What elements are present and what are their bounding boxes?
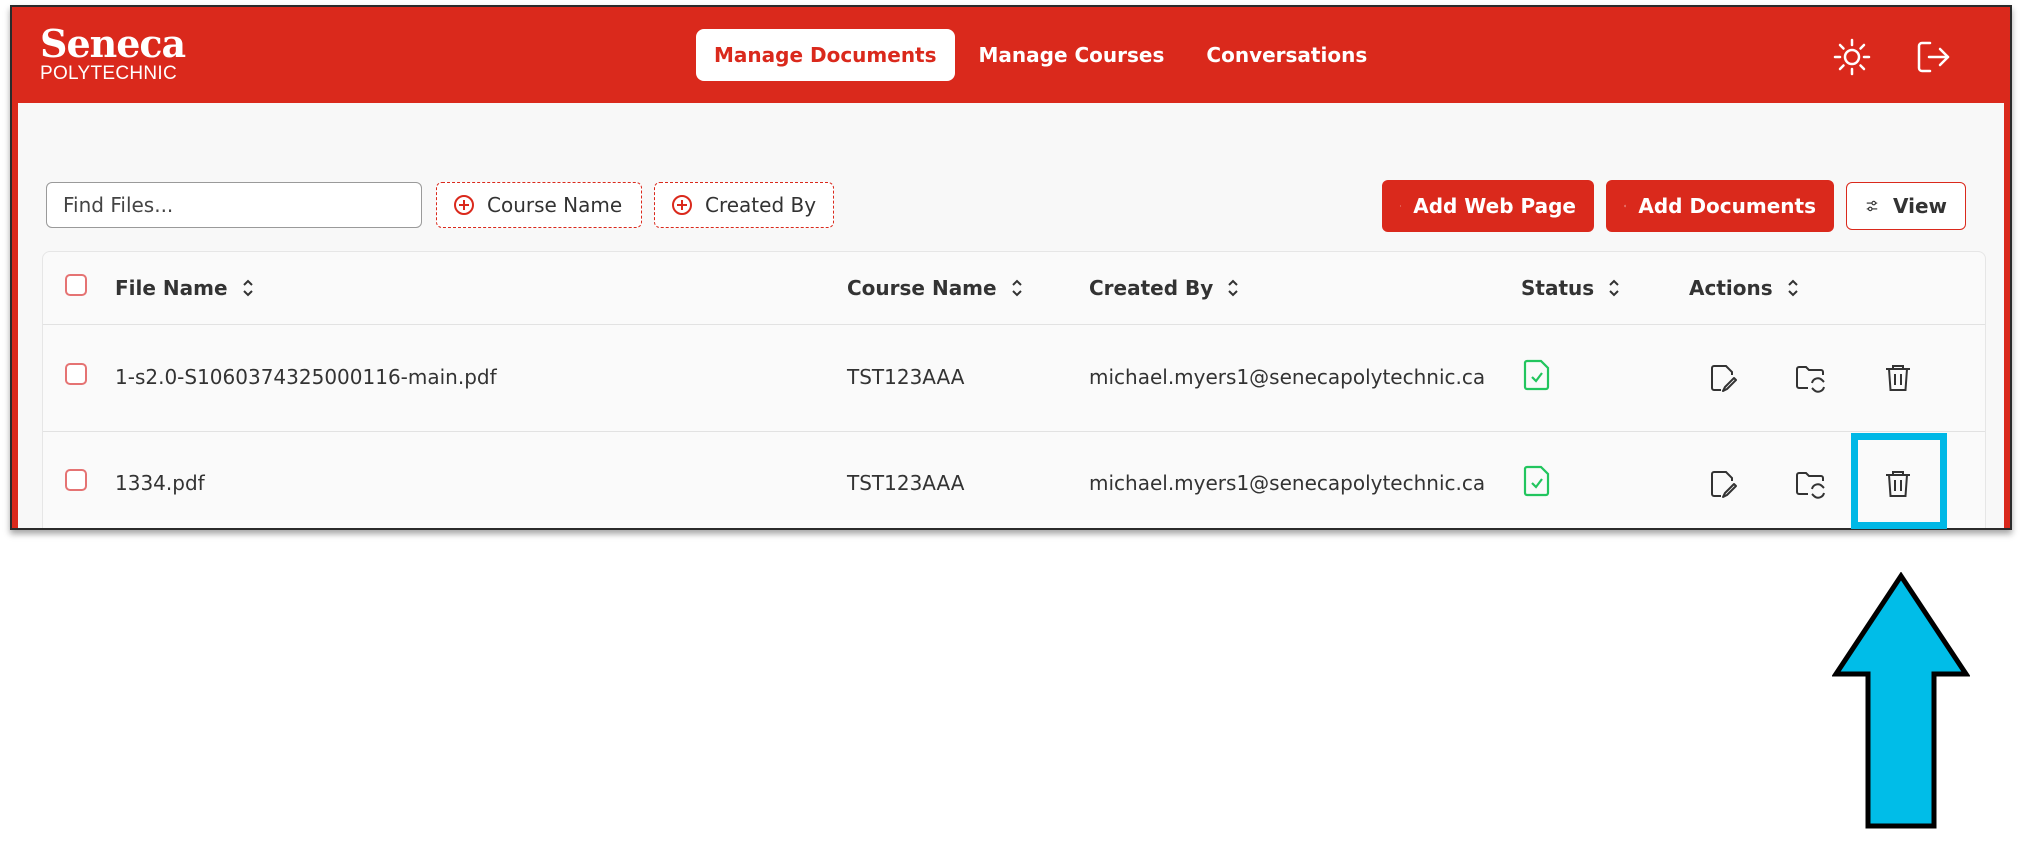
column-status[interactable]: Status — [1521, 276, 1620, 300]
course-name-filter-label: Course Name — [487, 193, 623, 217]
plus-circle-icon — [672, 195, 692, 215]
plus-circle-icon — [1624, 204, 1627, 208]
logout-icon[interactable] — [1914, 37, 1954, 77]
sort-icon — [1609, 279, 1619, 297]
sliders-icon — [1866, 200, 1878, 212]
created-by-cell: michael.myers1@senecapolytechnic.ca — [1089, 365, 1486, 389]
add-documents-button[interactable]: Add Documents — [1606, 180, 1834, 232]
file-check-icon — [1523, 359, 1550, 391]
edit-file-icon[interactable] — [1707, 467, 1741, 501]
edit-file-icon[interactable] — [1707, 361, 1741, 395]
globe-icon — [1400, 205, 1402, 207]
column-file-name[interactable]: File Name — [115, 276, 254, 300]
column-created-by-label: Created By — [1089, 276, 1214, 300]
course-name-cell: TST123AAA — [847, 365, 965, 389]
add-documents-label: Add Documents — [1638, 194, 1816, 218]
add-web-page-label: Add Web Page — [1413, 194, 1576, 218]
tab-manage-documents[interactable]: Manage Documents — [696, 29, 955, 81]
column-actions[interactable]: Actions — [1689, 276, 1799, 300]
column-course-name-label: Course Name — [847, 276, 997, 300]
top-navbar: Seneca POLYTECHNIC Manage Documents Mana… — [12, 7, 2010, 103]
arrow-up-icon — [1832, 572, 1970, 829]
add-web-page-button[interactable]: Add Web Page — [1382, 180, 1594, 232]
folder-sync-icon[interactable] — [1794, 361, 1828, 395]
table-header: File Name Course Name Created By Status … — [43, 252, 1985, 325]
folder-sync-icon[interactable] — [1794, 467, 1828, 501]
created-by-filter[interactable]: Created By — [654, 182, 834, 228]
sort-icon — [242, 279, 253, 297]
view-options-label: View — [1892, 194, 1947, 218]
delete-highlight-box — [1851, 433, 1947, 529]
column-created-by[interactable]: Created By — [1089, 276, 1239, 300]
sun-icon[interactable] — [1832, 37, 1872, 77]
row-checkbox[interactable] — [65, 469, 87, 491]
nav-tabs: Manage Documents Manage Courses Conversa… — [696, 29, 1391, 81]
course-name-cell: TST123AAA — [847, 471, 965, 495]
sort-icon — [1011, 279, 1022, 297]
column-file-name-label: File Name — [115, 276, 228, 300]
file-name-cell: 1-s2.0-S1060374325000116-main.pdf — [115, 365, 497, 389]
file-name-cell: 1334.pdf — [115, 471, 205, 495]
table-row[interactable]: 1-s2.0-S1060374325000116-main.pdf TST123… — [43, 325, 1985, 432]
trash-icon[interactable] — [1881, 361, 1915, 395]
view-options-button[interactable]: View — [1846, 182, 1966, 230]
document-toolbar: Course Name Created By Add Web Page — [46, 180, 1982, 232]
plus-circle-icon — [454, 195, 474, 215]
sort-icon — [1787, 279, 1798, 297]
column-course-name[interactable]: Course Name — [847, 276, 1023, 300]
created-by-cell: michael.myers1@senecapolytechnic.ca — [1089, 471, 1486, 495]
tab-conversations[interactable]: Conversations — [1188, 29, 1385, 81]
app-window: Seneca POLYTECHNIC Manage Documents Mana… — [10, 5, 2012, 530]
course-name-filter[interactable]: Course Name — [436, 182, 642, 228]
seneca-logo[interactable]: Seneca POLYTECHNIC — [40, 21, 186, 85]
column-status-label: Status — [1521, 276, 1595, 300]
tab-manage-courses[interactable]: Manage Courses — [961, 29, 1183, 81]
logo-subtitle: POLYTECHNIC — [40, 63, 178, 84]
file-check-icon — [1523, 465, 1550, 497]
row-checkbox[interactable] — [65, 363, 87, 385]
table-row[interactable]: 1334.pdf TST123AAA michael.myers1@seneca… — [43, 431, 1985, 528]
select-all-checkbox[interactable] — [65, 274, 87, 296]
sort-icon — [1228, 279, 1239, 297]
logo-wordmark: Seneca — [40, 21, 186, 66]
find-files-input[interactable] — [46, 182, 422, 228]
created-by-filter-label: Created By — [705, 193, 817, 217]
column-actions-label: Actions — [1689, 276, 1773, 300]
documents-table: File Name Course Name Created By Status … — [42, 251, 1986, 528]
